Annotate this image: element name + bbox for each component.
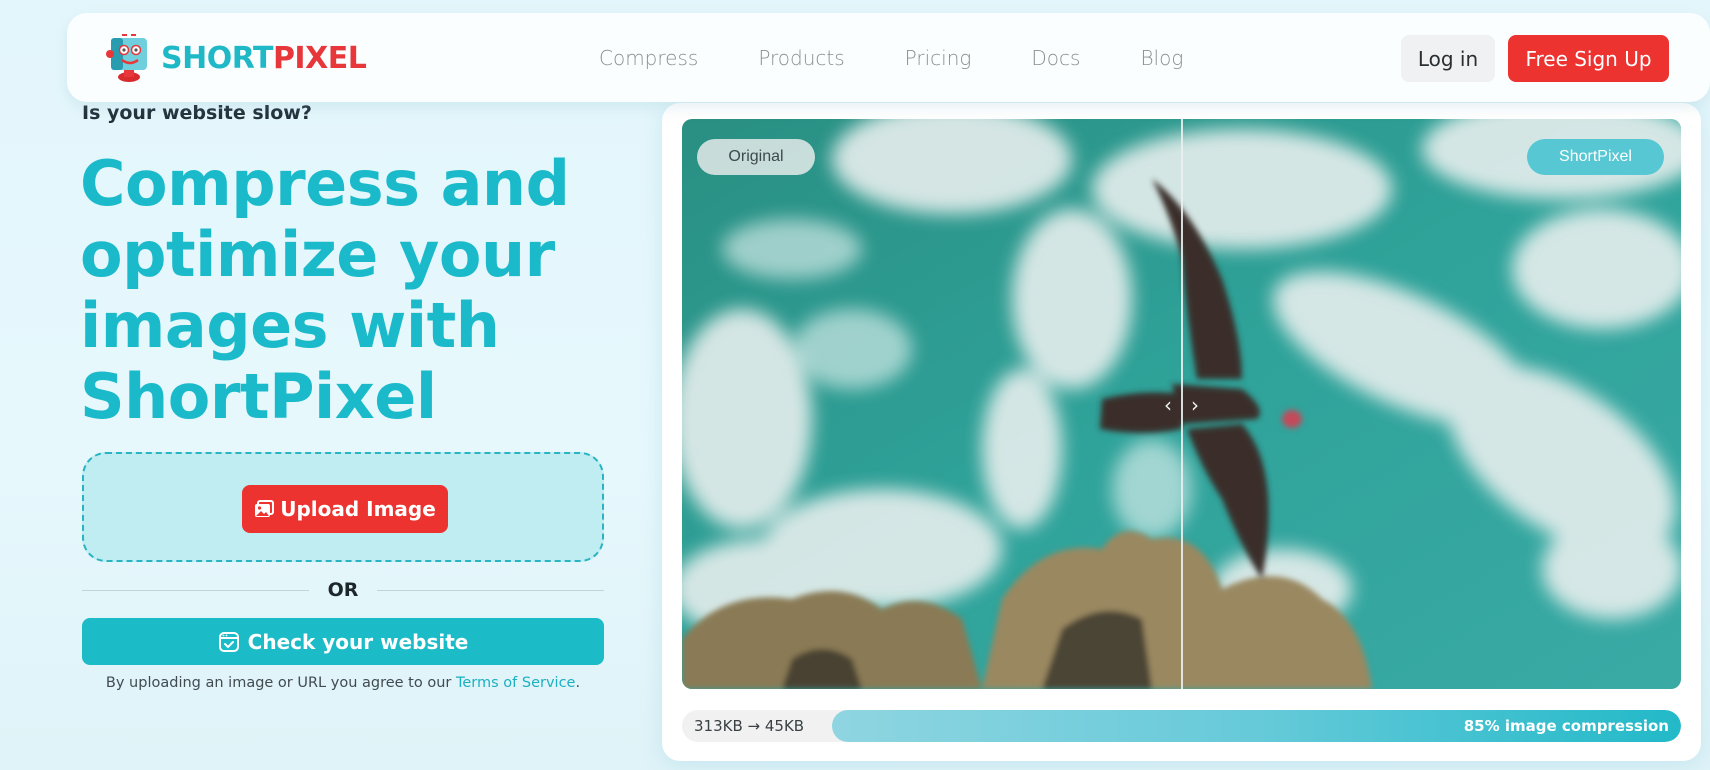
nav-compress[interactable]: Compress — [599, 46, 698, 70]
chevron-left-icon: ‹ — [1164, 393, 1172, 417]
hero-title: Compress and optimize your images with S… — [80, 148, 640, 432]
size-change-text: 313KB → 45KB — [694, 717, 805, 735]
terms-of-service-link[interactable]: Terms of Service — [456, 675, 575, 691]
navbar: SHORTPIXEL Compress Products Pricing Doc… — [67, 13, 1710, 102]
hero-title-line: images with — [80, 289, 500, 362]
free-signup-button[interactable]: Free Sign Up — [1508, 35, 1669, 82]
original-label: Original — [697, 139, 815, 175]
hero-title-line: ShortPixel — [80, 360, 437, 433]
main-nav: Compress Products Pricing Docs Blog — [599, 13, 1243, 102]
nav-docs[interactable]: Docs — [1031, 46, 1080, 70]
check-website-button[interactable]: Check your website — [82, 618, 604, 665]
logo-pixel: PIXEL — [272, 40, 367, 76]
logo-wordmark: SHORTPIXEL — [161, 40, 367, 76]
logo[interactable]: SHORTPIXEL — [105, 33, 367, 83]
divider-line — [377, 589, 604, 591]
browser-check-icon — [218, 631, 239, 652]
nav-pricing[interactable]: Pricing — [905, 46, 972, 70]
robot-logo-icon — [106, 34, 147, 82]
login-button[interactable]: Log in — [1401, 35, 1495, 82]
check-website-label: Check your website — [247, 629, 469, 654]
image-comparison-card: Original ShortPixel ‹ › 313KB → 45KB 85%… — [662, 103, 1701, 761]
upload-image-button[interactable]: Upload Image — [242, 485, 448, 533]
terms-prefix: By uploading an image or URL you agree t… — [105, 675, 456, 691]
divider-line — [82, 589, 309, 591]
chevron-right-icon: › — [1191, 393, 1199, 417]
shortpixel-label: ShortPixel — [1527, 139, 1664, 175]
compression-bar: 313KB → 45KB 85% image compression — [682, 710, 1681, 742]
hero-title-line: optimize your — [80, 218, 555, 291]
nav-products[interactable]: Products — [758, 46, 844, 70]
comparison-slider-handle[interactable] — [1181, 119, 1183, 689]
or-separator: OR — [82, 578, 604, 602]
compression-label: 85% image compression — [1463, 717, 1669, 735]
nav-blog[interactable]: Blog — [1140, 46, 1183, 70]
comparison-viewer[interactable]: Original ShortPixel ‹ › — [682, 119, 1681, 689]
hero-eyebrow: Is your website slow? — [82, 102, 312, 124]
terms-suffix: . — [575, 675, 581, 691]
hero-title-line: Compress and — [80, 147, 570, 220]
upload-image-label: Upload Image — [280, 497, 436, 521]
upload-dropzone[interactable]: Upload Image — [82, 452, 604, 562]
terms-notice: By uploading an image or URL you agree t… — [82, 675, 604, 691]
or-label: OR — [327, 579, 359, 601]
image-icon — [255, 500, 275, 517]
logo-short: SHORT — [161, 40, 273, 76]
